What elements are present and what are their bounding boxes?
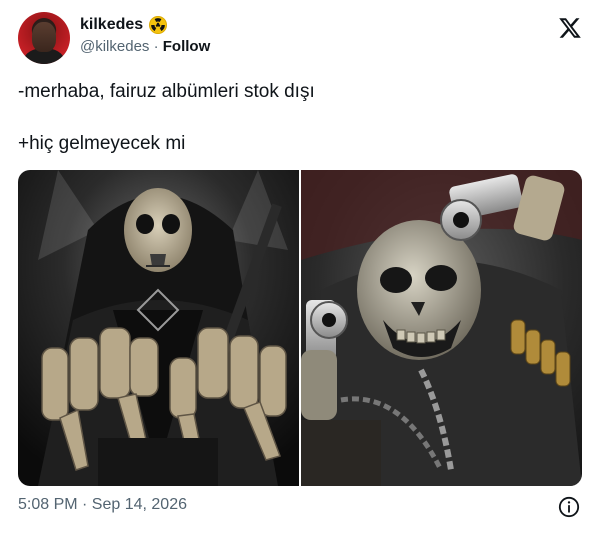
tweet-header: kilkedes @kilkedes · Follow <box>18 12 584 66</box>
handle[interactable]: @kilkedes <box>80 38 149 55</box>
skeleton-rock-image[interactable] <box>18 170 299 486</box>
media-grid <box>18 170 582 486</box>
avatar[interactable] <box>18 12 70 64</box>
info-icon[interactable] <box>558 496 580 518</box>
skeleton-revolvers-image[interactable] <box>301 170 582 486</box>
tweet-line: +hiç gelmeyecek mi <box>18 133 186 154</box>
follow-button[interactable]: Follow <box>163 38 211 55</box>
author-block: kilkedes @kilkedes · Follow <box>80 16 210 55</box>
display-name[interactable]: kilkedes <box>80 16 143 34</box>
x-logo-icon[interactable] <box>558 16 582 40</box>
tweet-text: -merhaba, fairuz albümleri stok dışı +hi… <box>18 80 578 156</box>
separator: · <box>149 38 163 55</box>
timestamp[interactable]: 5:08 PM · Sep 14, 2026 <box>18 496 187 514</box>
tweet-line: -merhaba, fairuz albümleri stok dışı <box>18 81 315 102</box>
radioactive-icon <box>149 16 168 34</box>
